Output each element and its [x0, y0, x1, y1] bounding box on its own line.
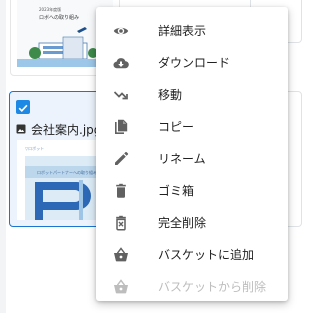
menu-label-trash: ゴミ箱: [158, 184, 195, 198]
menu-item-details[interactable]: 詳細表示: [96, 15, 288, 47]
menu-item-copy[interactable]: コピー: [96, 111, 288, 143]
menu-item-delete-permanently[interactable]: 完全削除: [96, 207, 288, 239]
file-context-menu: 詳細表示 ダウンロード 移動 コピー リネーム ゴミ箱 完全削除 バスケットに追…: [96, 7, 288, 301]
menu-label-delete-permanently: 完全削除: [158, 216, 207, 230]
menu-label-add-to-basket: バスケットに追加: [158, 248, 255, 262]
menu-item-remove-from-basket[interactable]: バスケットから削除: [96, 271, 288, 303]
menu-item-trash[interactable]: ゴミ箱: [96, 175, 288, 207]
basket-icon: [114, 247, 128, 262]
eye-icon: [113, 27, 129, 35]
doc-header-text: ▽ロボット: [25, 145, 44, 151]
menu-label-remove-from-basket: バスケットから削除: [158, 280, 267, 294]
file-name: 会社案内.jpg: [31, 122, 102, 137]
menu-label-download: ダウンロード: [158, 56, 231, 70]
copy-icon: [115, 119, 128, 134]
menu-label-rename: リネーム: [158, 152, 206, 166]
pencil-icon: [115, 151, 129, 165]
move-arrow-icon: [113, 91, 128, 100]
menu-item-download[interactable]: ダウンロード: [96, 47, 288, 79]
menu-label-details: 詳細表示: [158, 24, 207, 38]
menu-item-add-to-basket[interactable]: バスケットに追加: [96, 239, 288, 271]
cloud-download-icon: [113, 58, 129, 69]
grid-left-edge: [0, 0, 6, 313]
menu-label-move: 移動: [158, 88, 183, 102]
thumb-caption-2: ロボへの取り組み: [39, 14, 79, 21]
delete-forever-icon: [116, 215, 126, 231]
select-checkbox[interactable]: [16, 100, 30, 114]
menu-label-copy: コピー: [158, 120, 195, 134]
doc-banner-text: ロボットパートナーへの取り組み: [37, 169, 97, 175]
menu-item-rename[interactable]: リネーム: [96, 143, 288, 175]
check-icon: [18, 104, 28, 113]
trash-icon: [116, 183, 126, 198]
image-file-icon: [16, 124, 26, 134]
basket-icon: [114, 279, 128, 294]
thumb-caption-1: 2023年度版: [39, 6, 61, 12]
menu-item-move[interactable]: 移動: [96, 79, 288, 111]
